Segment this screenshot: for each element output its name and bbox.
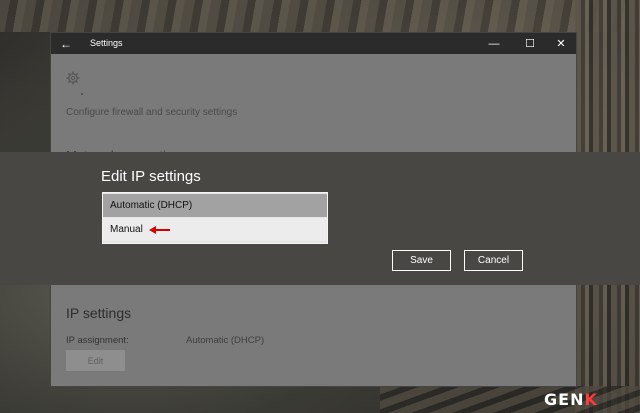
background-bottom bbox=[380, 386, 640, 413]
back-arrow-icon: ← bbox=[60, 36, 72, 51]
close-button[interactable]: ✕ bbox=[546, 33, 576, 54]
gear-icon bbox=[66, 71, 80, 85]
save-button[interactable]: Save bbox=[392, 250, 451, 271]
option-label: Automatic (DHCP) bbox=[110, 200, 193, 211]
watermark-text: GEN bbox=[544, 389, 585, 409]
dropdown-option-manual[interactable]: Manual bbox=[103, 218, 327, 241]
ip-assignment-value: Automatic (DHCP) bbox=[186, 335, 265, 346]
maximize-button[interactable]: ☐ bbox=[515, 33, 545, 54]
edit-ip-button[interactable]: Edit bbox=[66, 350, 125, 371]
bullet-dot bbox=[81, 93, 83, 95]
red-arrow-annotation-icon bbox=[148, 225, 170, 234]
background-top bbox=[0, 0, 640, 32]
dialog-title: Edit IP settings bbox=[101, 168, 201, 185]
option-label: Manual bbox=[110, 224, 143, 235]
genk-watermark-logo: GEN K bbox=[544, 389, 598, 409]
cancel-button[interactable]: Cancel bbox=[464, 250, 523, 271]
watermark-accent: K bbox=[584, 389, 598, 409]
window-title: Settings bbox=[90, 38, 123, 48]
ip-assignment-dropdown[interactable]: Automatic (DHCP) Manual bbox=[102, 192, 328, 244]
ip-assignment-label: IP assignment: bbox=[66, 335, 129, 346]
ip-settings-heading: IP settings bbox=[66, 305, 132, 321]
minimize-button[interactable]: — bbox=[479, 33, 509, 54]
firewall-settings-link[interactable]: Configure firewall and security settings bbox=[66, 107, 237, 118]
title-bar: ← Settings — ☐ ✕ bbox=[51, 33, 576, 54]
back-button[interactable]: ← bbox=[51, 33, 81, 54]
dropdown-option-automatic[interactable]: Automatic (DHCP) bbox=[103, 194, 327, 217]
